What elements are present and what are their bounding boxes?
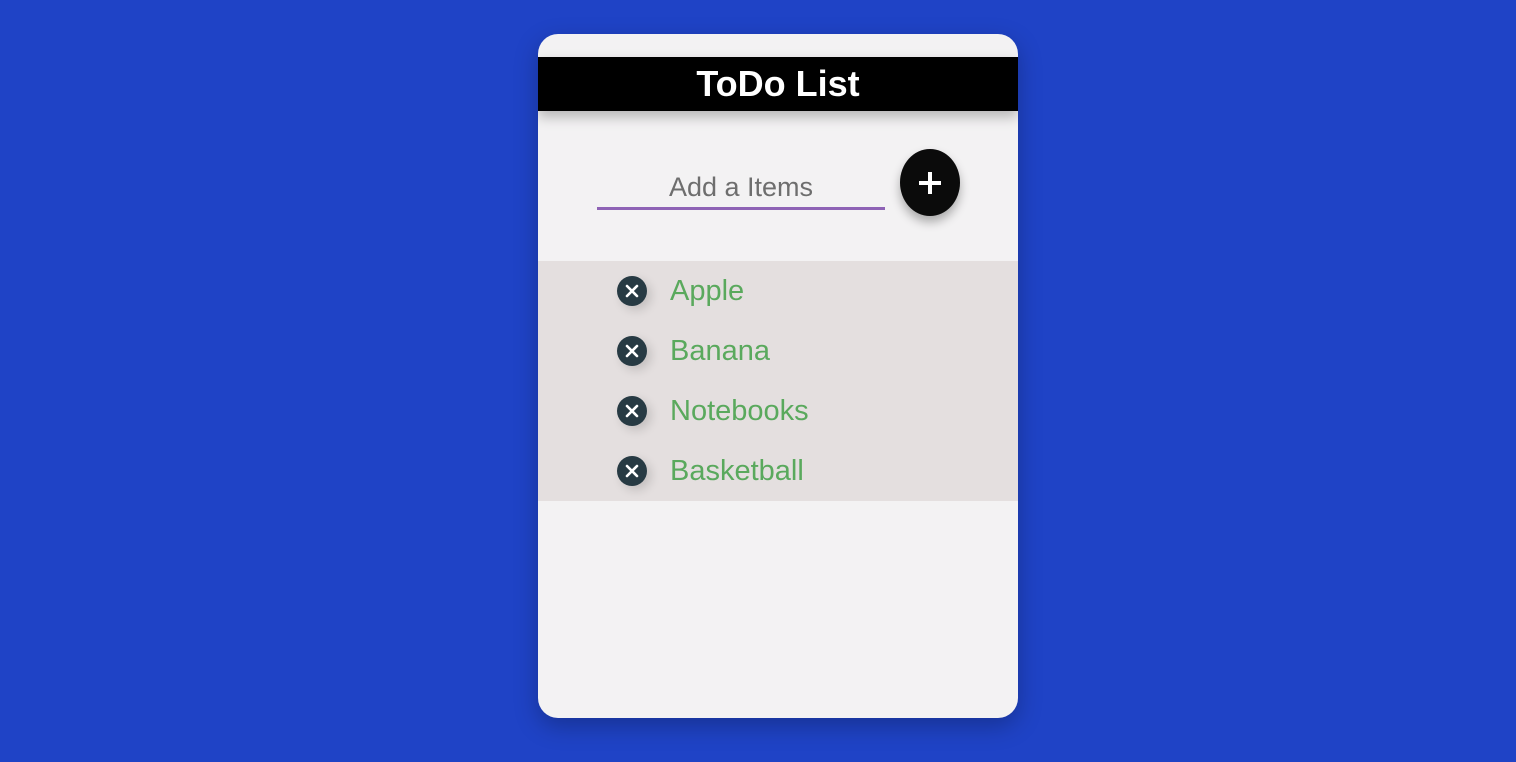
- add-item-form: [538, 149, 1018, 219]
- remove-item-button[interactable]: [617, 396, 647, 426]
- list-item: Notebooks: [617, 381, 809, 441]
- add-item-input[interactable]: [597, 167, 885, 210]
- list-item: Basketball: [617, 441, 804, 501]
- todo-card: ToDo List Apple Banana: [538, 34, 1018, 718]
- page-title: ToDo List: [696, 63, 860, 104]
- header-bar: ToDo List: [538, 57, 1018, 111]
- list-item-label: Banana: [670, 334, 770, 367]
- close-icon: [625, 284, 639, 298]
- list-item-label: Basketball: [670, 454, 804, 487]
- list-item: Banana: [617, 321, 770, 381]
- plus-icon: [919, 171, 941, 194]
- close-icon: [625, 404, 639, 418]
- list-item-label: Notebooks: [670, 394, 809, 427]
- remove-item-button[interactable]: [617, 456, 647, 486]
- list-item: Apple: [617, 261, 744, 321]
- close-icon: [625, 464, 639, 478]
- add-item-button[interactable]: [900, 149, 960, 216]
- remove-item-button[interactable]: [617, 336, 647, 366]
- close-icon: [625, 344, 639, 358]
- list-item-label: Apple: [670, 274, 745, 307]
- todo-list: Apple Banana Notebooks Basketball: [538, 261, 1018, 501]
- remove-item-button[interactable]: [617, 276, 647, 306]
